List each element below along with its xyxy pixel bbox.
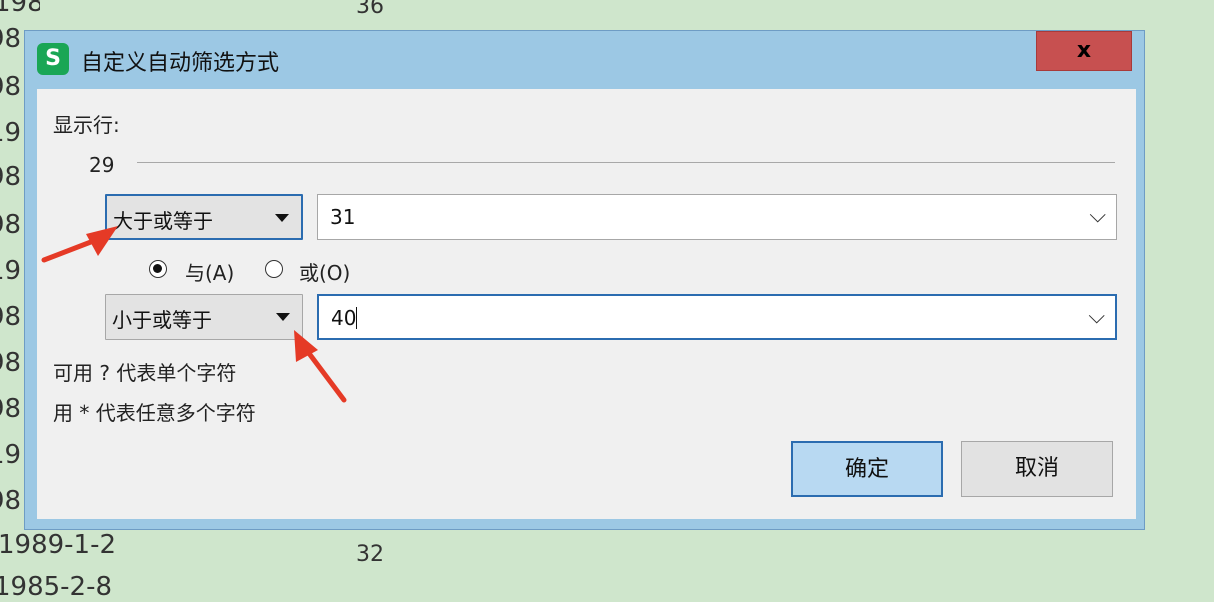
annotation-arrows — [41, 226, 347, 403]
annotation-arrow-icon — [41, 226, 118, 263]
annotation-arrow-icon — [294, 330, 347, 403]
